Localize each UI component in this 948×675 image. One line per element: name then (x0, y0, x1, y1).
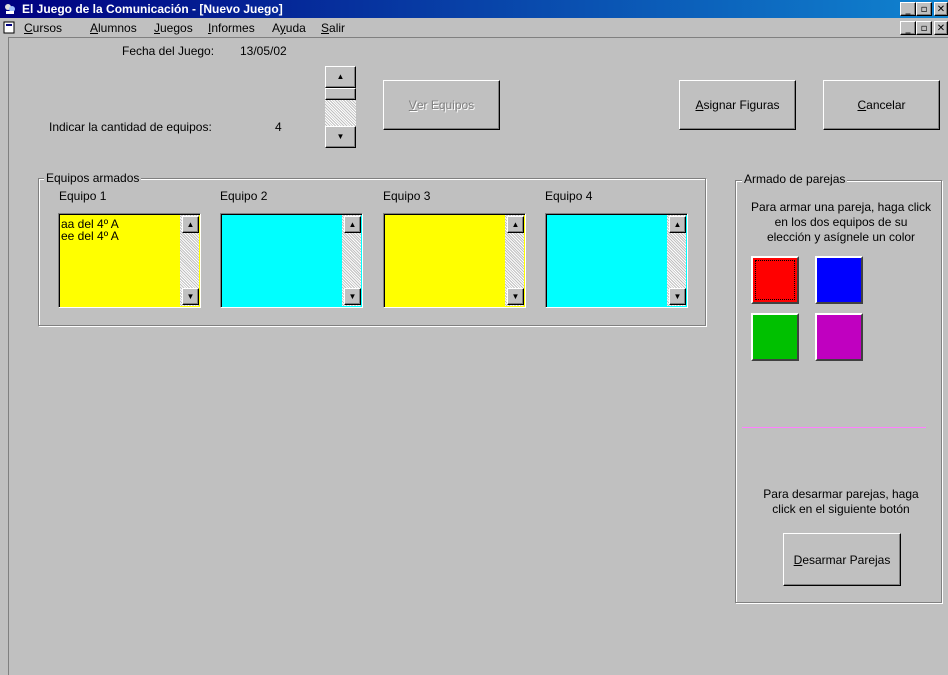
color-swatch-red[interactable] (751, 256, 799, 304)
equipo-2-label: Equipo 2 (220, 189, 268, 203)
scroll-down-button[interactable]: ▼ (507, 288, 524, 305)
armado-parejas-label: Armado de parejas (742, 172, 848, 186)
arrow-down-icon: ▼ (511, 292, 520, 301)
equipo-2-listbox[interactable]: ▲ ▼ (220, 213, 363, 308)
fecha-label: Fecha del Juego: (122, 44, 215, 58)
desarmar-parejas-accel: D (793, 552, 803, 567)
undo-line: click en el siguiente botón (772, 502, 910, 516)
maximize-button[interactable]: ▫ (916, 2, 932, 16)
ver-equipos-accel: V (408, 98, 417, 112)
scroll-up-button[interactable]: ▲ (344, 216, 361, 233)
close-button[interactable]: ✕ (934, 2, 948, 16)
arrow-up-icon: ▲ (511, 220, 520, 229)
color-swatch-purple[interactable] (815, 313, 863, 361)
instructions-line: Para armar una pareja, haga click (750, 200, 932, 214)
equipo-4-listbox[interactable]: ▲ ▼ (545, 213, 688, 308)
equipo-1-label: Equipo 1 (59, 189, 107, 203)
cantidad-label: Indicar la cantidad de equipos: (49, 120, 212, 134)
equipos-armados-label: Equipos armados (44, 171, 142, 185)
spinner-up-button[interactable]: ▲ (325, 66, 356, 88)
arrow-up-icon: ▲ (336, 72, 345, 81)
menu-cursos[interactable]: Cursos (24, 21, 62, 35)
ver-equipos-label: er Equipos (416, 98, 475, 112)
arrow-down-icon: ▼ (186, 292, 195, 301)
asignar-figuras-accel: A (695, 98, 704, 112)
fecha-value: 13/05/02 (240, 44, 287, 58)
undo-line: Para desarmar parejas, haga (763, 487, 919, 501)
desarmar-parejas-label: esarmar Parejas (802, 552, 891, 567)
equipo-1-listbox[interactable]: aa del 4º A ee del 4º A ▲ ▼ (58, 213, 201, 308)
spinner-down-button[interactable]: ▼ (325, 126, 356, 148)
menu-bar: Cursos Alumnos Juegos Informes Ayuda Sal… (0, 18, 948, 37)
cancelar-button[interactable]: Cancelar (823, 80, 940, 130)
equipo-3-listbox[interactable]: ▲ ▼ (383, 213, 526, 308)
window-title: El Juego de la Comunicación - [Nuevo Jue… (22, 2, 283, 16)
menu-alumnos-post: lumnos (98, 21, 137, 35)
pairing-instructions: Para armar una pareja, haga click en los… (740, 200, 942, 245)
instructions-line: en los dos equipos de su (774, 215, 908, 229)
ver-equipos-button[interactable]: Ver Equipos (383, 80, 500, 130)
scroll-down-button[interactable]: ▼ (344, 288, 361, 305)
undo-instructions: Para desarmar parejas, haga click en el … (740, 487, 942, 517)
cancelar-accel: C (857, 98, 867, 112)
cantidad-value: 4 (275, 120, 282, 134)
menu-informes[interactable]: Informes (208, 21, 255, 35)
arrow-down-icon: ▼ (336, 132, 345, 141)
mdi-close-button[interactable]: ✕ (934, 21, 948, 35)
equipo-3-label: Equipo 3 (383, 189, 431, 203)
scroll-up-button[interactable]: ▲ (507, 216, 524, 233)
menu-ayuda-post: uda (285, 21, 306, 35)
menu-salir-post: alir (329, 21, 346, 35)
menu-juegos-post: uegos (160, 21, 193, 35)
scroll-up-button[interactable]: ▲ (182, 216, 199, 233)
menu-cursos-accel: C (24, 21, 33, 35)
arrow-up-icon: ▲ (673, 220, 682, 229)
equipo-4-label: Equipo 4 (545, 189, 593, 203)
menu-ayuda-pre: A (272, 21, 280, 35)
menu-alumnos[interactable]: Alumnos (90, 21, 137, 35)
scroll-up-button[interactable]: ▲ (669, 216, 686, 233)
color-swatch-blue[interactable] (815, 256, 863, 304)
spinner-thumb[interactable] (325, 88, 356, 100)
menu-ayuda[interactable]: Ayuda (272, 21, 306, 35)
separator-line (742, 427, 926, 428)
document-icon[interactable] (3, 21, 17, 34)
menu-informes-post: nformes (211, 21, 255, 35)
app-icon (5, 4, 15, 14)
menu-cursos-post: ursos (32, 21, 63, 35)
menu-alumnos-accel: A (90, 21, 99, 35)
arrow-up-icon: ▲ (348, 220, 357, 229)
list-item[interactable]: ee del 4º A (61, 230, 119, 242)
asignar-figuras-label: signar Figuras (703, 98, 780, 112)
asignar-figuras-button[interactable]: Asignar Figuras (679, 80, 796, 130)
desarmar-parejas-button[interactable]: Desarmar Parejas (783, 533, 901, 586)
instructions-line: elección y asígnele un color (766, 230, 916, 244)
arrow-down-icon: ▼ (673, 292, 682, 301)
menu-juegos[interactable]: Juegos (154, 21, 193, 35)
mdi-restore-button[interactable]: ▫ (916, 21, 932, 35)
menu-salir-accel: S (321, 21, 330, 35)
arrow-down-icon: ▼ (348, 292, 357, 301)
arrow-up-icon: ▲ (186, 220, 195, 229)
scroll-down-button[interactable]: ▼ (182, 288, 199, 305)
title-bar[interactable]: El Juego de la Comunicación - [Nuevo Jue… (0, 0, 948, 18)
cancelar-label: ancelar (866, 98, 906, 112)
scroll-down-button[interactable]: ▼ (669, 288, 686, 305)
menu-salir[interactable]: Salir (321, 21, 345, 35)
mdi-minimize-button[interactable]: _ (900, 21, 916, 35)
color-swatch-green[interactable] (751, 313, 799, 361)
minimize-button[interactable]: _ (900, 2, 916, 16)
